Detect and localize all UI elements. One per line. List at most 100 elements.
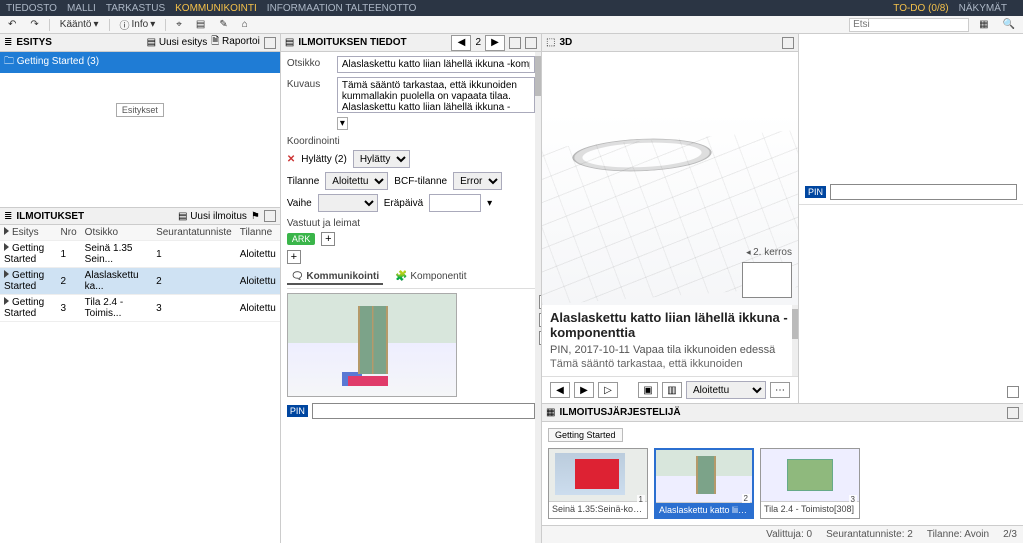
tool-c[interactable]: ✎ [215,19,231,30]
nav-mode-a[interactable]: ▣ [638,382,658,398]
table-row[interactable]: Getting Started2Alaslaskettu ka...2Aloit… [0,268,280,295]
nav-extra-button[interactable]: ⋯ [770,382,790,398]
tool-a[interactable]: ⌖ [172,19,186,30]
nav-next-button[interactable]: ▷ [598,382,618,398]
viewer-header: ⬚ 3D [542,34,798,52]
flag-icon[interactable]: ⚑ [251,211,260,222]
vaihe-label: Vaihe [287,198,312,209]
redo-button[interactable]: ↷ [26,19,42,30]
tab-kommunikointi[interactable]: 🗨 Kommunikointi [287,270,383,285]
info-dropdown[interactable]: ⓘ Info ▾ [116,17,160,32]
caption-desc: Tämä sääntö tarkastaa, että ikkunoiden [550,358,790,370]
hylatty-select[interactable]: Hylätty [353,150,410,168]
menu-info-talteenotto[interactable]: INFORMAATION TALTEENOTTO [267,3,417,14]
ark-badge[interactable]: ARK [287,233,316,245]
details-maximize-icon[interactable] [525,37,537,49]
jarj-card[interactable]: 33Tila 2.4 - Toimisto[308] [760,448,860,519]
menu-tiedosto[interactable]: TIEDOSTO [6,3,57,14]
details-panel-header: ▤ ILMOITUKSEN TIEDOT ◀ 2 ▶ [281,34,541,52]
folder-icon: 🗀 [4,56,14,67]
floor-label[interactable]: ◂ 2. kerros [746,247,792,258]
menu-nakymat[interactable]: NÄKYMÄT [959,3,1007,14]
details-next-button[interactable]: ▶ [485,35,505,51]
report-button[interactable]: 🗎 Raportoi [211,34,260,51]
details-page-num: 2 [475,37,481,48]
tool-d[interactable]: ⌂ [238,19,252,30]
side-pin-input[interactable] [830,184,1017,200]
col-seur[interactable]: Seurantatunniste [152,225,236,241]
otsikko-label: Otsikko [287,56,333,69]
jarjestelija-body: Getting Started 11Seinä 1.35:Seinä-kompo… [542,422,1023,525]
remove-hylatty-icon[interactable]: ✕ [287,154,295,165]
add-vastuu-button[interactable]: + [321,232,335,246]
3d-viewport[interactable]: ◂ 2. kerros [542,52,798,305]
esitys-item-selected[interactable]: 🗀 Getting Started (3) [0,52,280,73]
ilmoitukset-title: ILMOITUKSET [16,211,84,222]
nav-first-button[interactable]: ◀ [550,382,570,398]
caption-area: Alaslaskettu katto liian lähellä ikkuna … [542,305,798,376]
esitys-maximize-icon[interactable] [264,37,276,49]
menu-kommunikointi[interactable]: KOMMUNIKOINTI [175,3,257,14]
tilanne-select[interactable]: Aloitettu [325,172,388,190]
search-icon[interactable]: 🔍 [999,19,1019,30]
table-row[interactable]: Getting Started3Tila 2.4 - Toimis...3Alo… [0,295,280,322]
kuvaus-label: Kuvaus [287,77,333,90]
tool-b[interactable]: ▤ [192,19,209,30]
add-leima-button[interactable]: + [287,250,301,264]
list-icon: ≣ [4,37,12,48]
pin-comment-input[interactable] [312,403,535,419]
ilmoitukset-table: Esitys Nro Otsikko Seurantatunniste Tila… [0,225,280,322]
snapshot-refresh-button[interactable]: ⟳ [539,313,541,327]
snapshot-preview[interactable] [287,293,457,397]
ilmo-maximize-icon[interactable] [264,210,276,222]
calendar-icon[interactable]: ▾ [487,198,492,209]
todo-indicator[interactable]: TO-DO (0/8) [893,3,948,14]
jarj-chip[interactable]: Getting Started [548,428,623,442]
esitykset-tag[interactable]: Esitykset [116,103,164,117]
undo-button[interactable]: ↶ [4,19,20,30]
expand-icon[interactable]: ▾ [337,117,348,130]
otsikko-input[interactable] [337,56,535,73]
jarj-card[interactable]: 11Seinä 1.35:Seinä-komponentti ei... [548,448,648,519]
rotate-dropdown[interactable]: Kääntö ▾ [56,19,103,30]
snapshot-add-button[interactable]: + [539,295,541,309]
details-icon: ▤ [285,37,294,48]
kuvaus-textarea[interactable] [337,77,535,113]
ilmoitukset-panel-header: ≣ ILMOITUKSET ▤ Uusi ilmoitus ⚑ [0,207,280,225]
top-menubar: TIEDOSTO MALLI TARKASTUS KOMMUNIKOINTI I… [0,0,1023,16]
col-tilanne[interactable]: Tilanne [236,225,280,241]
bcf-select[interactable]: Error [453,172,502,190]
minimap[interactable] [742,262,792,298]
table-row[interactable]: Getting Started1Seinä 1.35 Sein...1Aloit… [0,241,280,268]
menu-malli[interactable]: MALLI [67,3,96,14]
jarj-card[interactable]: 22Alaslaskettu katto liian lähellä ik... [654,448,754,519]
nav-status-select[interactable]: Aloitettu [686,381,766,399]
layout-toggle[interactable]: ▦ [975,19,992,30]
koordinointi-title: Koordinointi [287,136,535,147]
jarj-maximize-icon[interactable] [1007,407,1019,419]
details-prev-button[interactable]: ◀ [451,35,471,51]
side-maximize-icon[interactable] [1007,386,1019,398]
vaihe-select[interactable] [318,194,378,212]
caption-scrollbar[interactable] [792,305,798,376]
nav-play-button[interactable]: ▶ [574,382,594,398]
caption-subtitle: PIN, 2017-10-11 Vapaa tila ikkunoiden ed… [550,344,790,356]
menu-tarkastus[interactable]: TARKASTUS [106,3,165,14]
main-toolbar: ↶ ↷ Kääntö ▾ ⓘ Info ▾ ⌖ ▤ ✎ ⌂ ▦ 🔍 [0,16,1023,34]
snapshot-delete-button[interactable]: ✕ [539,331,541,345]
search-input[interactable] [849,18,969,32]
list-icon: ≣ [4,211,12,222]
col-nro[interactable]: Nro [57,225,81,241]
nav-mode-b[interactable]: ▥ [662,382,682,398]
details-popout-icon[interactable] [509,37,521,49]
tilanne-label: Tilanne [287,176,319,187]
new-esitys-button[interactable]: ▤ Uusi esitys [147,37,208,48]
new-ilmoitus-button[interactable]: ▤ Uusi ilmoitus [178,211,247,222]
esitys-list: 🗀 Getting Started (3) Esitykset [0,52,280,207]
col-esitys[interactable]: Esitys [0,225,57,241]
status-bar: Valittuja: 0 Seurantatunniste: 2 Tilanne… [542,525,1023,543]
tab-komponentit[interactable]: 🧩 Komponentit [391,270,470,285]
eraspvm-input[interactable] [429,194,481,212]
viewer-maximize-icon[interactable] [782,37,794,49]
col-otsikko[interactable]: Otsikko [81,225,152,241]
